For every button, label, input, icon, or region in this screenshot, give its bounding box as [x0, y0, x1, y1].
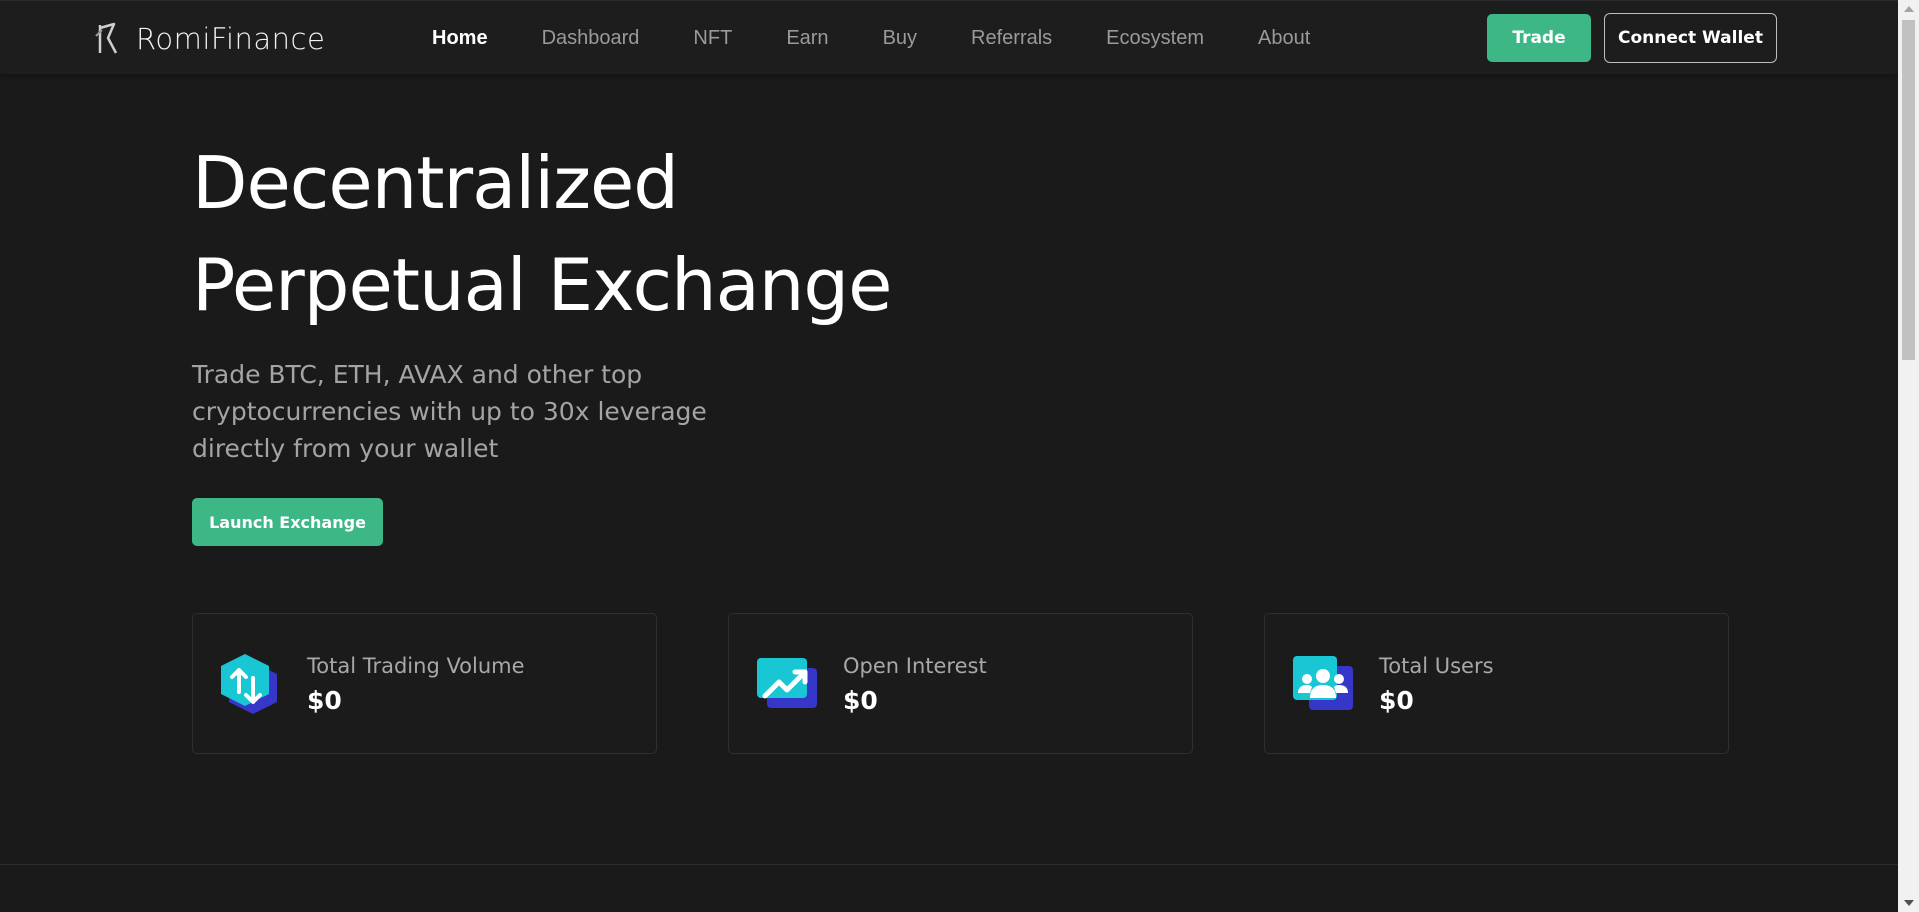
stat-card-trading-volume: Total Trading Volume $0 [192, 613, 657, 754]
nav-item-home[interactable]: Home [432, 27, 488, 50]
hero-subtitle-line-3: directly from your wallet [192, 434, 499, 463]
scroll-up-arrow-icon[interactable] [1904, 6, 1914, 12]
stat-label: Total Users [1379, 654, 1494, 678]
nav-item-referrals[interactable]: Referrals [971, 27, 1052, 50]
stat-label: Total Trading Volume [307, 654, 525, 678]
brand-logo[interactable]: RomiFinance [94, 21, 325, 57]
scroll-down-arrow-icon[interactable] [1904, 900, 1914, 906]
nav-item-about[interactable]: About [1258, 27, 1310, 50]
nav-item-buy[interactable]: Buy [883, 27, 917, 50]
main-nav: Home Dashboard NFT Earn Buy Referrals Ec… [432, 1, 1364, 75]
stat-label: Open Interest [843, 654, 987, 678]
page: RomiFinance Home Dashboard NFT Earn Buy … [0, 0, 1919, 912]
top-navbar: RomiFinance Home Dashboard NFT Earn Buy … [0, 0, 1898, 74]
stat-value: $0 [1379, 686, 1414, 715]
stat-card-total-users: Total Users $0 [1264, 613, 1729, 754]
scrollbar-thumb[interactable] [1902, 20, 1915, 360]
trade-button[interactable]: Trade [1487, 14, 1591, 62]
hero-title-line-1: Decentralized [192, 141, 679, 225]
hero-subtitle-line-1: Trade BTC, ETH, AVAX and other top [192, 360, 643, 389]
vertical-scrollbar[interactable] [1898, 0, 1919, 912]
hero-title: Decentralized Perpetual Exchange [192, 132, 1092, 336]
nav-item-dashboard[interactable]: Dashboard [542, 27, 640, 50]
stat-value: $0 [843, 686, 878, 715]
romi-logo-icon [95, 22, 118, 54]
stat-value: $0 [307, 686, 342, 715]
brand-name: RomiFinance [136, 22, 326, 56]
nav-item-nft[interactable]: NFT [693, 27, 732, 50]
nav-item-earn[interactable]: Earn [786, 27, 828, 50]
section-divider [0, 864, 1898, 865]
hero-title-line-2: Perpetual Exchange [192, 243, 892, 327]
launch-exchange-button[interactable]: Launch Exchange [192, 498, 383, 546]
stat-card-open-interest: Open Interest $0 [728, 613, 1193, 754]
nav-item-ecosystem[interactable]: Ecosystem [1106, 27, 1204, 50]
hero-subtitle: Trade BTC, ETH, AVAX and other top crypt… [192, 356, 712, 467]
open-interest-icon [757, 658, 817, 708]
trading-volume-icon [221, 654, 277, 714]
users-icon [1293, 656, 1353, 710]
hero-subtitle-line-2: cryptocurrencies with up to 30x leverage [192, 397, 707, 426]
connect-wallet-button[interactable]: Connect Wallet [1604, 13, 1777, 63]
